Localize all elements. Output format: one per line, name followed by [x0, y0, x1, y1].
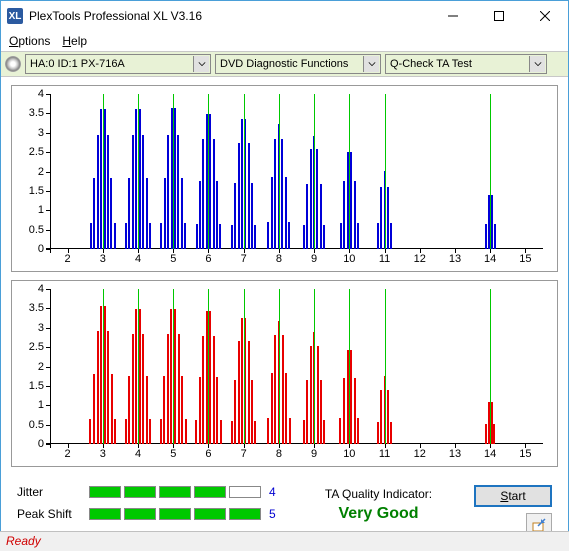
close-button[interactable]: [522, 1, 568, 31]
function-group-combo[interactable]: DVD Diagnostic Functions: [215, 54, 381, 74]
window-controls: [430, 1, 568, 31]
test-combo[interactable]: Q-Check TA Test: [385, 54, 547, 74]
function-group-value: DVD Diagnostic Functions: [220, 58, 348, 70]
menu-help[interactable]: Help: [62, 34, 87, 48]
menu-bar: Options Help: [1, 31, 568, 51]
minimize-button[interactable]: [430, 1, 476, 31]
chart-top: 00.511.522.533.5423456789101112131415: [11, 85, 558, 272]
status-bar: Ready: [0, 531, 569, 551]
chart-bottom: 00.511.522.533.5423456789101112131415: [11, 280, 558, 467]
metrics: Jitter 4 Peak Shift 5: [17, 485, 283, 521]
quality-indicator: TA Quality Indicator: Very Good: [297, 485, 460, 523]
peakshift-label: Peak Shift: [17, 507, 81, 521]
start-button[interactable]: Start: [474, 485, 552, 507]
toolbar: HA:0 ID:1 PX-716A DVD Diagnostic Functio…: [1, 51, 568, 77]
quality-label: TA Quality Indicator:: [325, 487, 432, 501]
peakshift-row: Peak Shift 5: [17, 507, 283, 521]
chart-area: 00.511.522.533.5423456789101112131415 00…: [1, 77, 568, 479]
title-bar: XL PlexTools Professional XL V3.16: [1, 1, 568, 31]
status-text: Ready: [6, 534, 41, 548]
window-title: PlexTools Professional XL V3.16: [29, 9, 202, 23]
device-combo[interactable]: HA:0 ID:1 PX-716A: [25, 54, 211, 74]
action-buttons: Start: [474, 485, 552, 537]
app-icon: XL: [7, 8, 23, 24]
jitter-segments: [89, 486, 261, 498]
jitter-value: 4: [269, 485, 283, 499]
peakshift-value: 5: [269, 507, 283, 521]
disc-icon: [5, 56, 21, 72]
jitter-label: Jitter: [17, 485, 81, 499]
test-combo-value: Q-Check TA Test: [390, 58, 472, 70]
chevron-down-icon: [193, 56, 209, 72]
device-combo-value: HA:0 ID:1 PX-716A: [30, 58, 125, 70]
chevron-down-icon: [363, 56, 379, 72]
quality-value: Very Good: [338, 505, 418, 523]
menu-options[interactable]: Options: [9, 34, 50, 48]
jitter-row: Jitter 4: [17, 485, 283, 499]
chevron-down-icon: [529, 56, 545, 72]
maximize-button[interactable]: [476, 1, 522, 31]
peakshift-segments: [89, 508, 261, 520]
